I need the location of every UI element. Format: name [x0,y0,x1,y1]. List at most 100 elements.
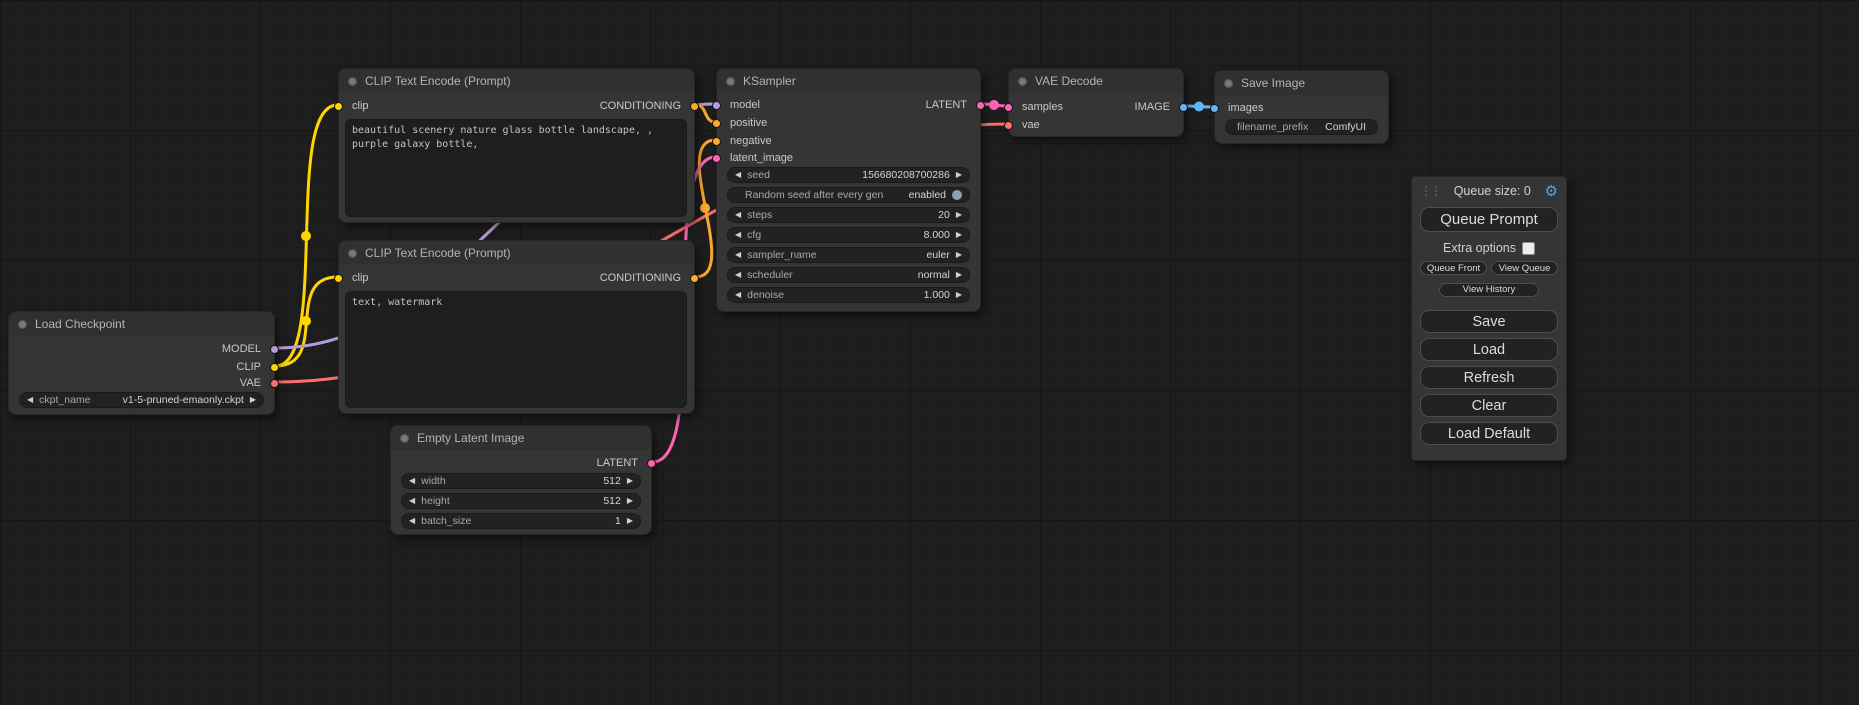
comfyui-canvas[interactable]: { "icons": { "arrow_left": "◀", "arrow_r… [0,0,1859,705]
decrement-arrow-icon[interactable]: ◀ [735,251,741,259]
widget-steps[interactable]: ◀ steps 20 ▶ [727,207,970,223]
slot-dot-conditioning[interactable] [712,119,721,128]
node-load-checkpoint[interactable]: Load Checkpoint MODEL CLIP VAE ◀ ckpt_na… [8,311,275,415]
queue-prompt-button[interactable]: Queue Prompt [1420,207,1558,232]
load-default-button[interactable]: Load Default [1420,422,1558,445]
view-history-button[interactable]: View History [1439,283,1538,297]
slot-dot-conditioning[interactable] [712,137,721,146]
increment-arrow-icon[interactable]: ▶ [956,231,962,239]
slot-dot-model[interactable] [712,101,721,110]
input-slot-negative[interactable]: negative [717,134,772,148]
decrement-arrow-icon[interactable]: ◀ [735,271,741,279]
decrement-arrow-icon[interactable]: ◀ [735,291,741,299]
widget-width[interactable]: ◀ width 512 ▶ [401,473,641,489]
increment-arrow-icon[interactable]: ▶ [627,477,633,485]
drag-handle-icon[interactable]: ⋮⋮ [1420,184,1440,198]
widget-sampler-name[interactable]: ◀ sampler_name euler ▶ [727,247,970,263]
decrement-arrow-icon[interactable]: ◀ [409,477,415,485]
node-clip-text-encode-positive[interactable]: CLIP Text Encode (Prompt) clip CONDITION… [338,68,695,223]
slot-dot-latent[interactable] [712,154,721,163]
clear-button[interactable]: Clear [1420,394,1558,417]
collapse-dot[interactable] [400,434,409,443]
input-slot-clip[interactable]: clip [339,271,369,285]
input-slot-model[interactable]: model [717,98,760,112]
input-slot-positive[interactable]: positive [717,116,767,130]
increment-arrow-icon[interactable]: ▶ [956,211,962,219]
slot-dot-conditioning[interactable] [690,274,699,283]
node-title-bar[interactable]: Load Checkpoint [9,312,274,336]
collapse-dot[interactable] [348,249,357,258]
increment-arrow-icon[interactable]: ▶ [956,291,962,299]
output-slot-latent[interactable]: LATENT [597,456,651,470]
collapse-dot[interactable] [726,77,735,86]
collapse-dot[interactable] [348,77,357,86]
widget-denoise[interactable]: ◀ denoise 1.000 ▶ [727,287,970,303]
widget-height[interactable]: ◀ height 512 ▶ [401,493,641,509]
node-title-bar[interactable]: KSampler [717,69,980,93]
input-slot-clip[interactable]: clip [339,99,369,113]
prompt-textarea[interactable]: beautiful scenery nature glass bottle la… [345,119,687,217]
node-title-bar[interactable]: VAE Decode [1009,69,1183,93]
node-title-bar[interactable]: CLIP Text Encode (Prompt) [339,69,694,93]
input-slot-samples[interactable]: samples [1009,100,1063,114]
node-vae-decode[interactable]: VAE Decode samples vae IMAGE [1008,68,1184,137]
node-title-bar[interactable]: Empty Latent Image [391,426,651,450]
decrement-arrow-icon[interactable]: ◀ [735,231,741,239]
increment-arrow-icon[interactable]: ▶ [627,497,633,505]
slot-dot-image[interactable] [1179,103,1188,112]
collapse-dot[interactable] [1224,79,1233,88]
slot-dot-clip[interactable] [334,102,343,111]
widget-random-seed-toggle[interactable]: Random seed after every gen enabled [727,187,970,203]
save-button[interactable]: Save [1420,310,1558,333]
widget-batch-size[interactable]: ◀ batch_size 1 ▶ [401,513,641,529]
widget-filename-prefix[interactable]: filename_prefix ComfyUI [1225,119,1378,135]
output-slot-clip[interactable]: CLIP [237,360,274,374]
output-slot-image[interactable]: IMAGE [1135,100,1183,114]
node-clip-text-encode-negative[interactable]: CLIP Text Encode (Prompt) clip CONDITION… [338,240,695,414]
decrement-arrow-icon[interactable]: ◀ [27,396,33,404]
increment-arrow-icon[interactable]: ▶ [956,251,962,259]
extra-options-checkbox[interactable] [1522,242,1535,255]
increment-arrow-icon[interactable]: ▶ [627,517,633,525]
slot-dot-vae[interactable] [270,379,279,388]
input-slot-images[interactable]: images [1215,101,1263,115]
increment-arrow-icon[interactable]: ▶ [956,171,962,179]
input-slot-latent-image[interactable]: latent_image [717,151,793,165]
output-slot-conditioning[interactable]: CONDITIONING [600,99,694,113]
widget-ckpt-name[interactable]: ◀ ckpt_name v1-5-pruned-emaonly.ckpt ▶ [19,392,264,408]
output-slot-conditioning[interactable]: CONDITIONING [600,271,694,285]
widget-seed[interactable]: ◀ seed 156680208700286 ▶ [727,167,970,183]
slot-dot-clip[interactable] [334,274,343,283]
decrement-arrow-icon[interactable]: ◀ [409,517,415,525]
slot-dot-latent[interactable] [647,459,656,468]
queue-front-button[interactable]: Queue Front [1420,261,1487,275]
node-save-image[interactable]: Save Image images filename_prefix ComfyU… [1214,70,1389,144]
settings-gear-icon[interactable]: ⚙ [1545,184,1558,199]
view-queue-button[interactable]: View Queue [1491,261,1558,275]
increment-arrow-icon[interactable]: ▶ [956,271,962,279]
decrement-arrow-icon[interactable]: ◀ [735,211,741,219]
refresh-button[interactable]: Refresh [1420,366,1558,389]
toggle-dot[interactable] [952,190,962,200]
output-slot-model[interactable]: MODEL [222,342,274,356]
widget-cfg[interactable]: ◀ cfg 8.000 ▶ [727,227,970,243]
widget-scheduler[interactable]: ◀ scheduler normal ▶ [727,267,970,283]
slot-dot-clip[interactable] [270,363,279,372]
node-title-bar[interactable]: CLIP Text Encode (Prompt) [339,241,694,265]
node-empty-latent-image[interactable]: Empty Latent Image LATENT ◀ width 512 ▶ … [390,425,652,535]
decrement-arrow-icon[interactable]: ◀ [735,171,741,179]
collapse-dot[interactable] [18,320,27,329]
slot-dot-latent[interactable] [976,101,985,110]
input-slot-vae[interactable]: vae [1009,118,1040,132]
node-ksampler[interactable]: KSampler model positive negative latent_… [716,68,981,312]
slot-dot-model[interactable] [270,345,279,354]
slot-dot-vae[interactable] [1004,121,1013,130]
node-title-bar[interactable]: Save Image [1215,71,1388,95]
slot-dot-image[interactable] [1210,104,1219,113]
slot-dot-latent[interactable] [1004,103,1013,112]
queue-panel[interactable]: ⋮⋮ Queue size: 0 ⚙ Queue Prompt Extra op… [1411,176,1567,461]
decrement-arrow-icon[interactable]: ◀ [409,497,415,505]
slot-dot-conditioning[interactable] [690,102,699,111]
prompt-textarea[interactable]: text, watermark [345,291,687,408]
increment-arrow-icon[interactable]: ▶ [250,396,256,404]
